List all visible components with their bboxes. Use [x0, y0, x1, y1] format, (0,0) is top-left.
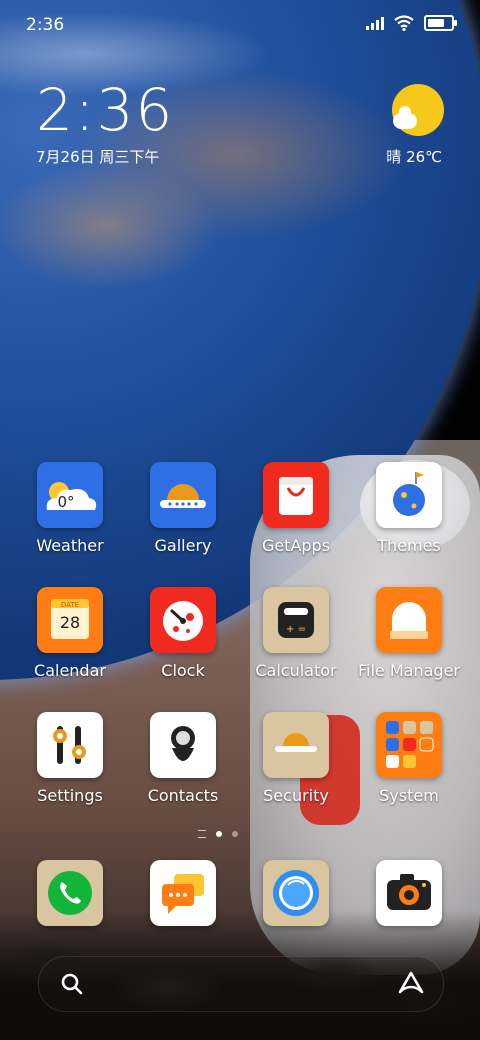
app-label: Security — [263, 786, 329, 805]
app-label: Calculator — [255, 661, 337, 680]
weather-app-temp: 0° — [57, 493, 74, 511]
status-time: 2:36 — [26, 15, 65, 35]
messages-app-icon[interactable] — [150, 860, 216, 926]
assistant-icon[interactable] — [397, 970, 425, 996]
dock-browser[interactable] — [241, 860, 351, 926]
app-label: Clock — [161, 661, 205, 680]
browser-app-icon[interactable] — [263, 860, 329, 926]
search-icon[interactable] — [60, 972, 84, 996]
app-clock[interactable]: Clock — [128, 587, 238, 680]
clock-widget-date[interactable]: 7月26日 周三下午 — [36, 146, 159, 167]
calendar-day: 28 — [60, 613, 80, 632]
app-contacts[interactable]: Contacts — [128, 712, 238, 805]
app-system[interactable]: System — [354, 712, 464, 805]
weather-app-icon[interactable]: 0° — [37, 462, 103, 528]
app-label: Calendar — [34, 661, 106, 680]
app-label: GetApps — [261, 536, 331, 555]
page-indicator — [198, 830, 238, 838]
camera-app-icon[interactable] — [376, 860, 442, 926]
app-file-manager[interactable]: File Manager — [354, 587, 464, 680]
app-calendar[interactable]: DATE 28 Calendar — [15, 587, 125, 680]
app-label: System — [379, 786, 439, 805]
status-bar: 2:36 — [0, 0, 480, 50]
file-manager-app-icon[interactable] — [376, 587, 442, 653]
dock-camera[interactable] — [354, 860, 464, 926]
calendar-app-icon[interactable]: DATE 28 — [37, 587, 103, 653]
page-dot[interactable] — [232, 831, 238, 837]
svg-text:+ =: + = — [286, 624, 306, 635]
gallery-app-icon[interactable] — [150, 462, 216, 528]
app-settings[interactable]: Settings — [15, 712, 125, 805]
app-themes[interactable]: Themes — [354, 462, 464, 555]
weather-widget-text[interactable]: 晴 26℃ — [386, 146, 442, 167]
clock-widget-time[interactable]: 2:36 — [36, 76, 174, 144]
wifi-icon — [394, 15, 414, 31]
app-label: File Manager — [358, 661, 460, 680]
calculator-app-icon[interactable]: + = — [263, 587, 329, 653]
app-label: Contacts — [147, 786, 219, 805]
app-gallery[interactable]: Gallery — [128, 462, 238, 555]
clock-app-icon[interactable] — [150, 587, 216, 653]
themes-app-icon[interactable] — [376, 462, 442, 528]
dock-messages[interactable] — [128, 860, 238, 926]
system-folder-icon[interactable] — [376, 712, 442, 778]
signal-icon — [366, 16, 384, 30]
search-bar[interactable] — [38, 956, 444, 1012]
calendar-date-label: DATE — [61, 601, 79, 609]
app-label: Settings — [37, 786, 103, 805]
contacts-app-icon[interactable] — [150, 712, 216, 778]
dock-phone[interactable] — [15, 860, 125, 926]
app-label: Weather — [36, 536, 104, 555]
app-security[interactable]: Security — [241, 712, 351, 805]
settings-app-icon[interactable] — [37, 712, 103, 778]
page-dot-active[interactable] — [216, 831, 222, 837]
app-weather[interactable]: 0° Weather — [15, 462, 125, 555]
app-calculator[interactable]: + = Calculator — [241, 587, 351, 680]
page-indicator-menu-icon — [198, 830, 206, 838]
battery-icon — [424, 15, 457, 31]
app-label: Themes — [377, 536, 441, 555]
security-app-icon[interactable] — [263, 712, 329, 778]
getapps-app-icon[interactable] — [263, 462, 329, 528]
app-getapps[interactable]: GetApps — [241, 462, 351, 555]
phone-app-icon[interactable] — [37, 860, 103, 926]
app-label: Gallery — [154, 536, 212, 555]
